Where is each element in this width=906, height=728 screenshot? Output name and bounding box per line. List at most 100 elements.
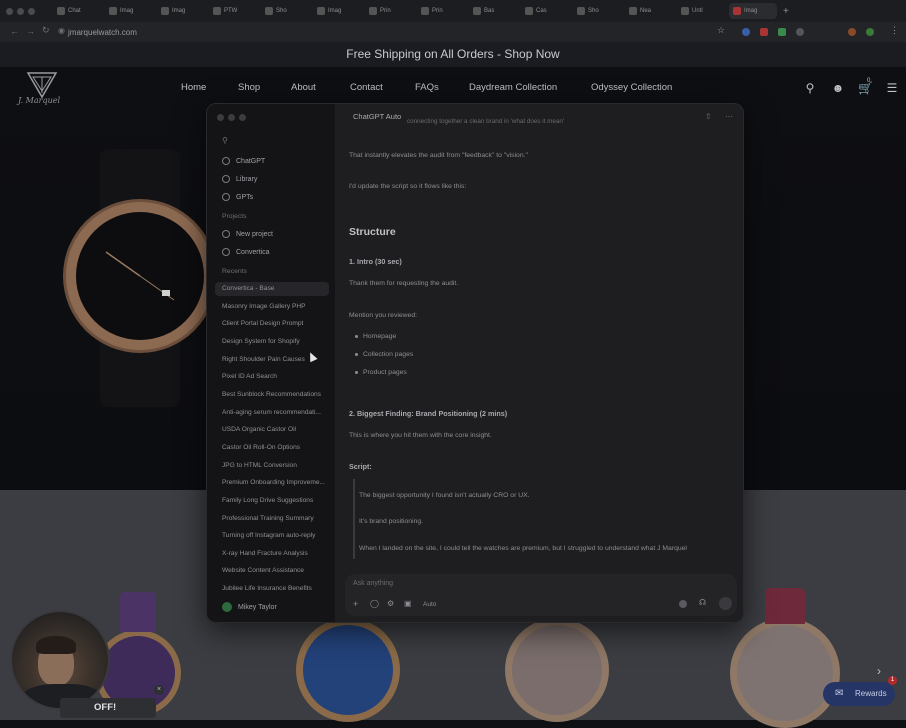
nav-daydream-collection[interactable]: Daydream Collection <box>469 82 557 93</box>
browser-tab[interactable]: Imag <box>313 3 361 19</box>
recent-chat-item[interactable]: Convertica - Base <box>222 285 330 292</box>
search-icon[interactable]: ⚲ <box>803 81 817 95</box>
recent-chat-item[interactable]: Client Portal Design Prompt <box>222 320 330 327</box>
nav-about[interactable]: About <box>291 82 316 93</box>
browser-tab[interactable]: Sho <box>573 3 621 19</box>
composer-input[interactable]: Ask anything <box>353 580 393 587</box>
url-field[interactable]: jmarquelwatch.com <box>68 27 728 39</box>
message-text: Thank them for requesting the audit. <box>349 280 459 287</box>
recent-chat-item[interactable]: Premium Onboarding Improveme... <box>222 479 330 486</box>
rewards-button[interactable]: ✉ Rewards <box>823 682 895 706</box>
recent-chat-item[interactable]: JPG to HTML Conversion <box>222 462 330 469</box>
maximize-window-button[interactable] <box>28 7 35 15</box>
browser-tab[interactable]: Cas <box>521 3 569 19</box>
sidebar-item-library[interactable]: Library <box>222 175 257 183</box>
library-icon <box>222 175 230 183</box>
browser-tab[interactable]: Nea <box>625 3 673 19</box>
minimize-window-button[interactable] <box>228 114 235 121</box>
recent-chat-item[interactable]: Professional Training Summary <box>222 515 330 522</box>
user-profile[interactable]: Mikey Taylor <box>222 602 277 612</box>
nav-contact[interactable]: Contact <box>350 82 383 93</box>
browser-tab[interactable]: Sho <box>261 3 309 19</box>
menu-icon[interactable]: ⋮ <box>890 25 899 36</box>
recent-chat-item[interactable]: Jubilee Life Insurance Benefits <box>222 585 330 592</box>
sidebar-item-chatgpt[interactable]: ChatGPT <box>222 157 265 165</box>
subheading: 1. Intro (30 sec) <box>349 257 402 266</box>
product-watch-red-dial <box>737 625 833 721</box>
share-icon[interactable]: ⇧ <box>705 112 712 121</box>
minimize-window-button[interactable] <box>17 7 24 15</box>
back-icon[interactable]: ← <box>10 26 19 36</box>
browser-tab[interactable]: Untl <box>677 3 725 19</box>
bookmark-star-icon[interactable]: ☆ <box>717 25 725 36</box>
browser-tab[interactable]: PTW <box>209 3 257 19</box>
voice-mode-button[interactable] <box>719 597 732 610</box>
site-info-icon[interactable]: ◉ <box>58 26 65 35</box>
nav-shop[interactable]: Shop <box>238 82 260 93</box>
forward-icon[interactable]: → <box>26 26 35 36</box>
account-icon[interactable]: ☻ <box>831 81 845 95</box>
blockquote-text: The biggest opportunity I found isn't ac… <box>359 492 530 499</box>
browser-tab-active[interactable]: Imag <box>729 3 777 19</box>
browser-tab[interactable]: Imag <box>157 3 205 19</box>
recent-chat-item[interactable]: Turning off Instagram auto-reply <box>222 532 330 539</box>
extension-icon[interactable] <box>778 28 786 36</box>
section-heading: Structure <box>349 226 396 238</box>
promo-off-banner[interactable]: OFF! <box>60 698 156 718</box>
nav-home[interactable]: Home <box>181 82 206 93</box>
microphone-icon[interactable]: ☊ <box>699 598 706 607</box>
list-item: Collection pages <box>363 351 414 358</box>
browser-address-bar: ← → ↻ ◉ jmarquelwatch.com ☆ ⋮ <box>0 22 906 42</box>
hamburger-menu-icon[interactable]: ☰ <box>885 81 899 95</box>
recent-chat-item[interactable]: Design System for Shopify <box>222 338 330 345</box>
nav-odyssey-collection[interactable]: Odyssey Collection <box>591 82 672 93</box>
close-window-button[interactable] <box>217 114 224 121</box>
image-icon[interactable]: ▣ <box>404 599 412 608</box>
recent-chat-item[interactable]: Website Content Assistance <box>222 567 330 574</box>
recent-chat-item[interactable]: Best Sunblock Recommendations <box>222 391 330 398</box>
recent-chat-item[interactable]: Masonry Image Gallery PHP <box>222 303 330 310</box>
close-window-button[interactable] <box>6 7 13 15</box>
browser-tab[interactable]: Chat <box>53 3 101 19</box>
extension-icon[interactable] <box>848 28 856 36</box>
message-text: Mention you reviewed: <box>349 312 418 319</box>
sidebar-search-icon[interactable]: ⚲ <box>222 136 228 145</box>
more-options-icon[interactable]: ⋯ <box>725 112 733 121</box>
window-controls <box>217 114 246 121</box>
attach-icon[interactable]: + <box>353 599 358 609</box>
extension-icon[interactable] <box>866 28 874 36</box>
nav-faqs[interactable]: FAQs <box>415 82 439 93</box>
shipping-banner[interactable]: Free Shipping on All Orders - Shop Now <box>0 42 906 67</box>
new-tab-button[interactable]: + <box>783 6 789 17</box>
recent-chat-item[interactable]: Anti-aging serum recommendati... <box>222 409 330 416</box>
list-item: Product pages <box>363 369 407 376</box>
sidebar-item-new-project[interactable]: New project <box>222 230 273 238</box>
browser-tab[interactable]: Prin <box>417 3 465 19</box>
composer-mode[interactable]: Auto <box>423 601 436 608</box>
maximize-window-button[interactable] <box>239 114 246 121</box>
browser-tab[interactable]: Bas <box>469 3 517 19</box>
sidebar-item-convertica[interactable]: Convertica <box>222 248 269 256</box>
browser-tab[interactable]: Imag <box>105 3 153 19</box>
tools-icon[interactable]: ⚙ <box>387 599 394 608</box>
globe-icon[interactable]: ◯ <box>370 599 379 608</box>
chatgpt-window: ⚲ ChatGPT Library GPTs Projects New proj… <box>206 103 744 623</box>
reload-icon[interactable]: ↻ <box>42 25 50 36</box>
brand-logo[interactable] <box>18 71 74 111</box>
recent-chat-item[interactable]: USDA Organic Castor Oil <box>222 426 330 433</box>
recent-chat-item[interactable]: Pixel ID Ad Search <box>222 373 330 380</box>
carousel-next-icon[interactable]: › <box>877 664 881 678</box>
tab-favicon-icon <box>109 7 117 15</box>
recent-chat-item[interactable]: X-ray Hand Fracture Analysis <box>222 550 330 557</box>
toggle-icon[interactable] <box>679 600 687 608</box>
recent-chat-item[interactable]: Castor Oil Roll-On Options <box>222 444 330 451</box>
browser-tab[interactable]: Prin <box>365 3 413 19</box>
extension-icon[interactable] <box>796 28 804 36</box>
close-promo-icon[interactable]: × <box>154 685 164 695</box>
recent-chat-item[interactable]: Family Long Drive Suggestions <box>222 497 330 504</box>
extension-icon[interactable] <box>742 28 750 36</box>
product-watch-pink-dial <box>512 625 602 715</box>
model-selector[interactable]: ChatGPT Auto <box>353 112 401 121</box>
sidebar-item-gpts[interactable]: GPTs <box>222 193 253 201</box>
extension-icon[interactable] <box>760 28 768 36</box>
